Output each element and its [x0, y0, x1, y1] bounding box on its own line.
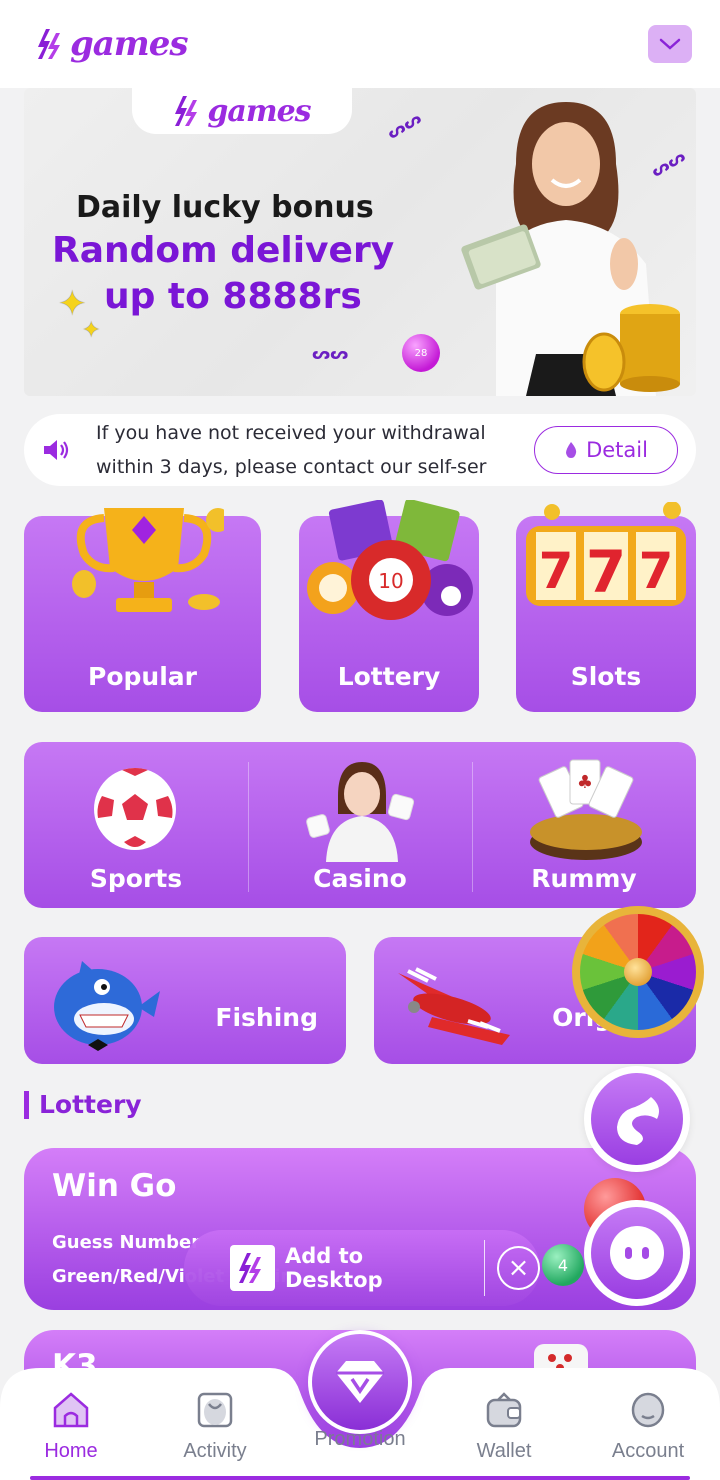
logo-mark-icon: [38, 29, 60, 59]
notice-bar: If you have not received your withdrawal…: [24, 414, 696, 486]
sparkle-icon: ✦: [82, 318, 101, 343]
category-group: Sports Casino ♣ Rummy: [24, 742, 696, 908]
chevron-down-icon: [659, 38, 681, 50]
category-label: Popular: [88, 662, 197, 691]
rummy-cards-icon: ♣: [530, 759, 642, 860]
wallet-icon: [486, 1392, 522, 1428]
section-title: Lottery: [39, 1090, 142, 1119]
detail-label: Detail: [586, 438, 648, 462]
category-label: Casino: [313, 864, 407, 893]
chat-icon: [591, 1207, 683, 1299]
tab-label: Activity: [183, 1440, 247, 1462]
category-label: Fishing: [215, 1003, 318, 1032]
confetti-icon: ᔕᔕ: [312, 344, 349, 363]
divider: [483, 1240, 485, 1296]
confetti-icon: ᔕᔕ: [383, 108, 425, 143]
svg-text:10: 10: [378, 569, 403, 593]
trophy-icon: [72, 508, 224, 612]
section-header-lottery: Lottery: [24, 1090, 142, 1119]
tab-label: Account: [611, 1440, 685, 1462]
svg-text:7: 7: [586, 538, 626, 606]
lucky-wheel-button[interactable]: [572, 906, 704, 1038]
account-icon: [631, 1392, 665, 1428]
category-label: Slots: [570, 662, 642, 691]
close-icon[interactable]: ×: [496, 1246, 541, 1290]
category-label: Lottery: [337, 662, 441, 691]
flame-icon: [566, 442, 577, 458]
casino-dealer-illustration: [306, 762, 415, 862]
banner-subheadline: Random delivery: [52, 230, 395, 271]
promotion-button[interactable]: [308, 1330, 412, 1434]
tab-home[interactable]: Home: [16, 1390, 126, 1463]
wheel-hub: [624, 958, 652, 986]
diamond-icon: [336, 1361, 384, 1403]
banner-amount: up to 8888rs: [104, 276, 362, 317]
tab-label: Wallet: [476, 1440, 532, 1462]
svg-text:7: 7: [639, 542, 674, 600]
category-fishing[interactable]: Fishing: [24, 937, 346, 1064]
category-popular[interactable]: Popular: [24, 508, 261, 712]
customer-service-button[interactable]: [584, 1200, 690, 1306]
activity-icon: [197, 1392, 233, 1428]
app-header: games: [0, 0, 720, 88]
home-indicator: [30, 1476, 690, 1480]
app-icon: [230, 1245, 275, 1291]
detail-button[interactable]: Detail: [534, 426, 678, 474]
coins-illustration: [582, 304, 680, 392]
dragon-icon: [591, 1073, 683, 1165]
bingo-ball-icon: 28: [402, 334, 440, 372]
category-slots[interactable]: 7 7 7 Slots: [516, 502, 696, 712]
category-label: Rummy: [531, 864, 637, 893]
category-lottery[interactable]: 10 Lottery: [299, 500, 479, 712]
category-rummy[interactable]: ♣ Rummy: [472, 742, 696, 908]
category-sports[interactable]: Sports: [24, 742, 248, 908]
add-to-desktop-banner[interactable]: Add to Desktop ×: [184, 1230, 541, 1306]
menu-dropdown-button[interactable]: [648, 25, 692, 63]
speaker-icon: [44, 440, 69, 460]
bingo-balls-icon: 10: [307, 500, 473, 620]
banner-logo: games: [132, 88, 352, 134]
slot-machine-icon: 7 7 7: [526, 502, 686, 606]
category-label: Sports: [89, 864, 183, 893]
svg-text:♣: ♣: [577, 772, 593, 793]
add-to-desktop-label: Add to Desktop: [284, 1244, 383, 1292]
logo-mark-icon: [239, 1253, 262, 1283]
lottery-title: Win Go: [52, 1168, 177, 1204]
notice-text: If you have not received your withdrawal…: [96, 422, 487, 478]
section-accent-bar: [24, 1090, 29, 1119]
tab-wallet[interactable]: Wallet: [449, 1390, 559, 1463]
tab-activity[interactable]: Activity: [160, 1390, 270, 1463]
logo-mark-icon: [175, 96, 198, 126]
logo-text: games: [70, 24, 189, 64]
tab-account[interactable]: Account: [593, 1390, 703, 1463]
promo-banner[interactable]: games Daily lucky bonus Random delivery …: [24, 88, 696, 396]
soccer-ball-icon: [94, 768, 176, 850]
banner-logo-text: games: [207, 93, 311, 129]
banner-headline: Daily lucky bonus: [76, 190, 374, 225]
app-logo[interactable]: games: [36, 24, 189, 64]
category-casino[interactable]: Casino: [248, 742, 472, 908]
dragon-button[interactable]: [584, 1066, 690, 1172]
home-icon: [53, 1392, 89, 1428]
shark-icon: [54, 961, 160, 1051]
svg-text:7: 7: [539, 542, 574, 600]
green-ball-icon: 4: [542, 1244, 584, 1286]
airplane-icon: [398, 967, 510, 1045]
tab-label: Home: [44, 1440, 98, 1462]
